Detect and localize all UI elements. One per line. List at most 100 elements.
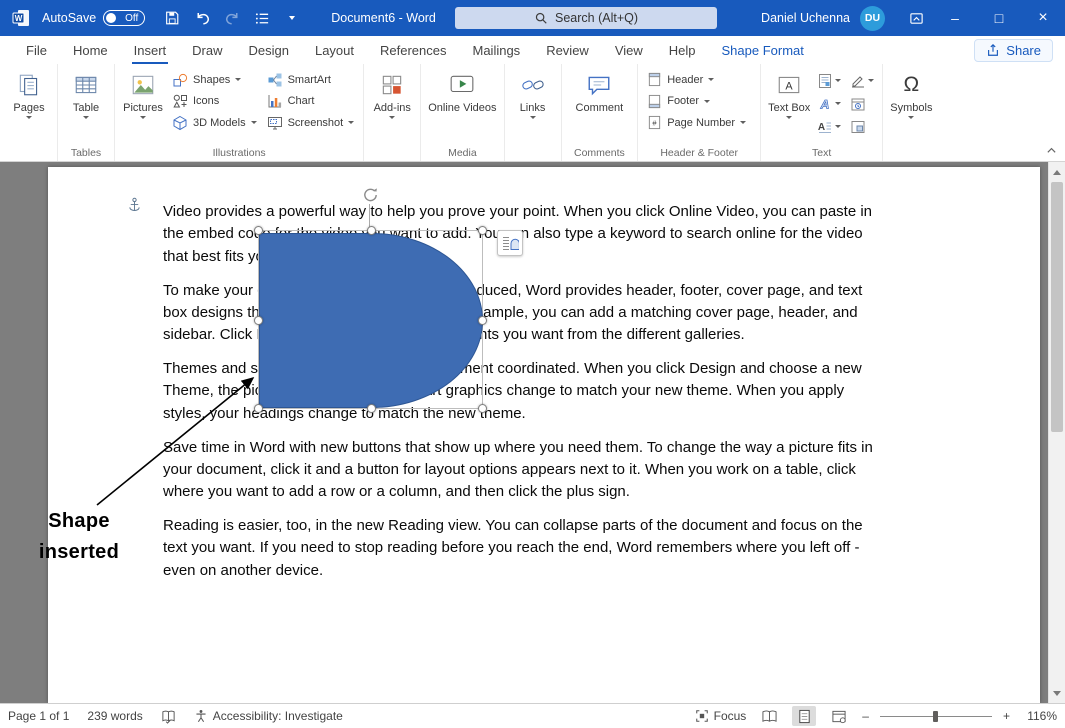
- scrollbar-thumb[interactable]: [1051, 182, 1063, 432]
- group-pages: Pages: [1, 64, 58, 161]
- web-layout-button[interactable]: [827, 706, 851, 726]
- 3d-models-button[interactable]: 3D Models: [168, 112, 261, 134]
- redo-icon: [224, 10, 241, 27]
- ribbon-display-options-button[interactable]: [899, 0, 933, 36]
- header-button[interactable]: Header: [643, 69, 750, 91]
- page-indicator[interactable]: Page 1 of 1: [8, 709, 69, 723]
- page-number-icon: #: [647, 115, 662, 130]
- title-bar: W AutoSave Off Document6 - Word: [0, 0, 1065, 36]
- resize-handle-s[interactable]: [367, 404, 376, 413]
- ribbon-display-options-icon: [909, 11, 924, 26]
- links-button[interactable]: Links: [510, 67, 556, 119]
- online-videos-button[interactable]: Online Videos: [426, 67, 498, 114]
- datetime-button[interactable]: [847, 92, 877, 115]
- signature-line-button[interactable]: [847, 69, 877, 92]
- share-button[interactable]: Share: [974, 39, 1053, 62]
- maximize-button[interactable]: □: [977, 0, 1021, 36]
- addins-button[interactable]: Add-ins: [369, 67, 415, 119]
- print-layout-button[interactable]: [792, 706, 816, 726]
- minimize-button[interactable]: –: [933, 0, 977, 36]
- avatar[interactable]: DU: [860, 6, 885, 31]
- resize-handle-n[interactable]: [367, 226, 376, 235]
- tab-help[interactable]: Help: [656, 36, 709, 64]
- resize-handle-e[interactable]: [478, 316, 487, 325]
- zoom-level[interactable]: 116%: [1021, 709, 1057, 723]
- word-count[interactable]: 239 words: [87, 709, 142, 723]
- omega-icon: Ω: [904, 79, 920, 91]
- page-number-button[interactable]: # Page Number: [643, 112, 750, 134]
- comment-button[interactable]: Comment: [574, 67, 626, 114]
- redo-button[interactable]: [219, 5, 245, 31]
- table-button[interactable]: Table: [63, 67, 109, 119]
- search-icon: [534, 11, 548, 25]
- wordart-icon: A: [817, 96, 833, 112]
- resize-handle-se[interactable]: [478, 404, 487, 413]
- accessibility-status[interactable]: Accessibility: Investigate: [194, 709, 343, 723]
- tab-view[interactable]: View: [602, 36, 656, 64]
- tab-review[interactable]: Review: [533, 36, 602, 64]
- undo-button[interactable]: [189, 5, 215, 31]
- tab-insert[interactable]: Insert: [121, 36, 180, 64]
- tab-references[interactable]: References: [367, 36, 459, 64]
- save-button[interactable]: [159, 5, 185, 31]
- tab-design[interactable]: Design: [236, 36, 302, 64]
- tab-draw[interactable]: Draw: [179, 36, 235, 64]
- pictures-button[interactable]: Pictures: [120, 67, 166, 119]
- pages-button[interactable]: Pages: [6, 67, 52, 119]
- smartart-button[interactable]: SmartArt: [263, 69, 359, 91]
- object-button[interactable]: [847, 115, 877, 138]
- resize-handle-ne[interactable]: [478, 226, 487, 235]
- collapse-ribbon-button[interactable]: [1042, 142, 1060, 158]
- zoom-out-button[interactable]: –: [862, 709, 869, 723]
- customize-qat-dropdown[interactable]: [279, 5, 305, 31]
- triangle-up-icon: [1053, 170, 1061, 175]
- proofing-status[interactable]: [161, 709, 176, 724]
- close-button[interactable]: ×: [1021, 0, 1065, 36]
- resize-handle-nw[interactable]: [254, 226, 263, 235]
- tab-file[interactable]: File: [13, 36, 60, 64]
- resize-handle-w[interactable]: [254, 316, 263, 325]
- search-input[interactable]: Search (Alt+Q): [455, 7, 717, 29]
- search-placeholder: Search (Alt+Q): [555, 11, 638, 25]
- chevron-down-icon: [868, 79, 874, 82]
- scroll-down-button[interactable]: [1049, 685, 1065, 701]
- titlebar-right-cluster: Daniel Uchenna DU – □ ×: [761, 0, 1065, 36]
- quick-parts-button[interactable]: [814, 69, 844, 92]
- chart-button[interactable]: Chart: [263, 91, 359, 113]
- ribbon-tabs-row: File Home Insert Draw Design Layout Refe…: [0, 36, 1065, 64]
- footer-button[interactable]: Footer: [643, 91, 750, 113]
- inserted-shape[interactable]: [259, 233, 483, 408]
- screenshot-button[interactable]: Screenshot: [263, 112, 359, 134]
- autosave-control[interactable]: AutoSave Off: [42, 10, 145, 26]
- vertical-scrollbar[interactable]: [1048, 162, 1065, 703]
- tab-shape-format[interactable]: Shape Format: [709, 36, 817, 64]
- scroll-up-button[interactable]: [1049, 164, 1065, 180]
- customize-list-button[interactable]: [249, 5, 275, 31]
- rotate-handle[interactable]: [362, 186, 379, 208]
- read-mode-button[interactable]: [757, 706, 781, 726]
- tab-layout[interactable]: Layout: [302, 36, 367, 64]
- zoom-slider[interactable]: [880, 709, 992, 723]
- layout-options-button[interactable]: [497, 230, 523, 256]
- shapes-button[interactable]: Shapes: [168, 69, 261, 91]
- 3d-models-icon: [172, 115, 188, 131]
- zoom-thumb[interactable]: [933, 711, 938, 722]
- wordart-button[interactable]: A: [814, 92, 844, 115]
- autosave-toggle[interactable]: Off: [103, 10, 145, 26]
- focus-mode-button[interactable]: Focus: [695, 709, 747, 723]
- icons-button[interactable]: Icons: [168, 91, 261, 113]
- smartart-icon: [267, 72, 283, 88]
- word-logo-icon: W: [10, 7, 32, 29]
- annotation-label: Shape inserted: [23, 506, 135, 568]
- screenshot-icon: [267, 115, 283, 131]
- zoom-in-button[interactable]: +: [1003, 709, 1010, 723]
- tab-home[interactable]: Home: [60, 36, 121, 64]
- tab-mailings[interactable]: Mailings: [460, 36, 534, 64]
- rotate-icon: [362, 186, 379, 203]
- user-name[interactable]: Daniel Uchenna: [761, 11, 850, 25]
- drop-cap-button[interactable]: A: [814, 115, 844, 138]
- text-box-button[interactable]: A Text Box: [766, 67, 812, 119]
- share-icon: [986, 43, 1000, 57]
- group-label-comments: Comments: [562, 147, 638, 159]
- symbols-button[interactable]: Ω Symbols: [888, 67, 934, 119]
